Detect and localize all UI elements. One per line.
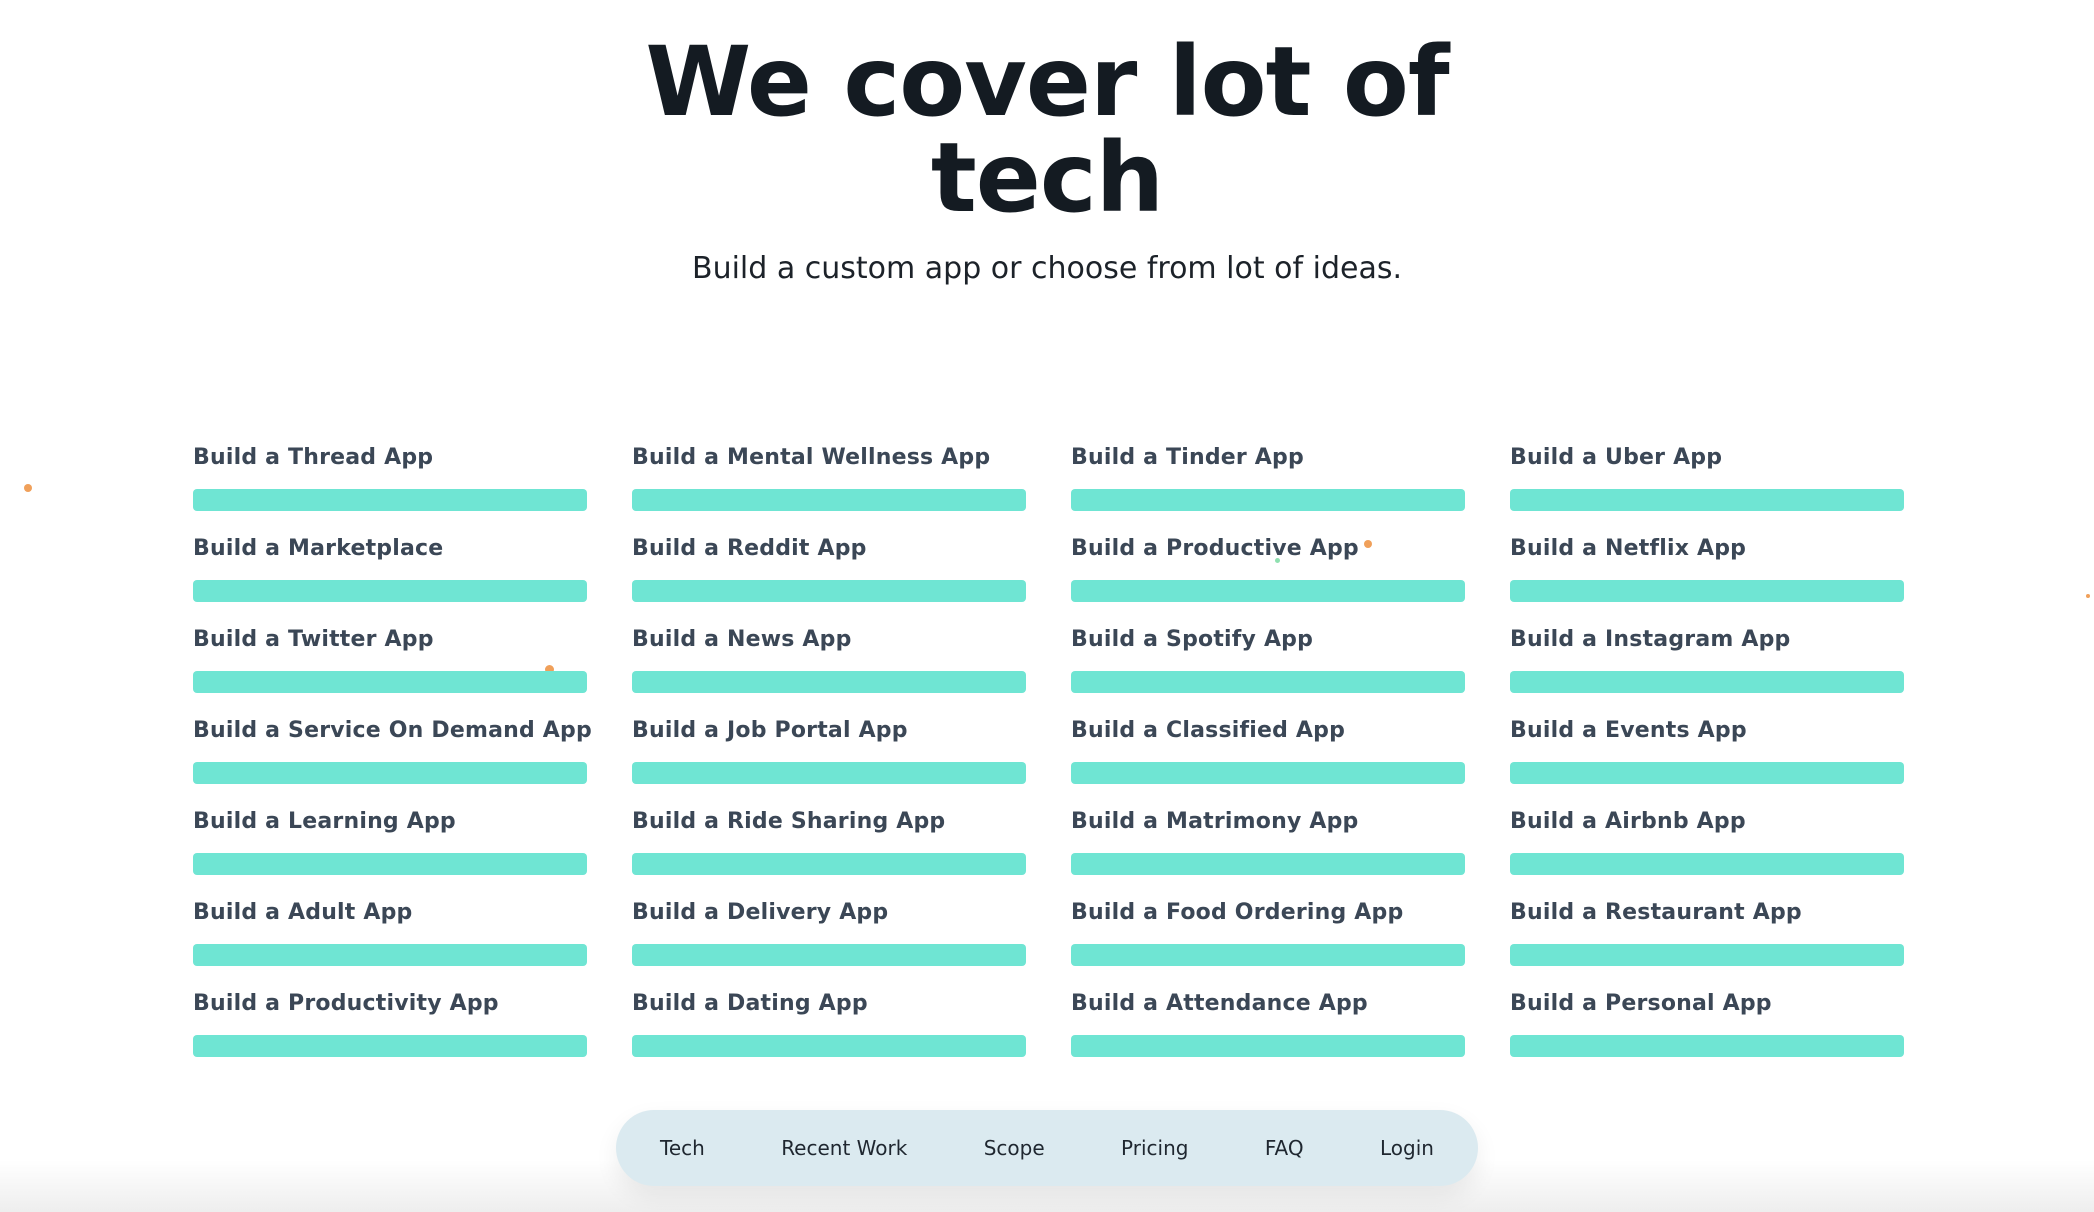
app-card-bar	[1510, 762, 1904, 784]
app-card[interactable]: Build a Ride Sharing App	[632, 803, 1026, 894]
app-card[interactable]: Build a Tinder App	[1071, 439, 1465, 530]
app-card-bar	[632, 580, 1026, 602]
nav-item-tech[interactable]: Tech	[660, 1136, 705, 1160]
app-card-label: Build a Thread App	[193, 445, 434, 470]
app-card-label: Build a Service On Demand App	[193, 718, 592, 743]
app-card-bar	[1510, 853, 1904, 875]
app-card-bar	[193, 944, 587, 966]
app-card-bar	[1071, 944, 1465, 966]
page-title: We cover lot of tech	[0, 34, 2094, 226]
app-card-bar	[1071, 580, 1465, 602]
app-card-bar	[1510, 944, 1904, 966]
app-card[interactable]: Build a Attendance App	[1071, 985, 1465, 1076]
app-card[interactable]: Build a Spotify App	[1071, 621, 1465, 712]
app-card-bar	[193, 580, 587, 602]
app-card-label: Build a Personal App	[1510, 991, 1772, 1016]
app-card[interactable]: Build a Food Ordering App	[1071, 894, 1465, 985]
app-card-label: Build a Ride Sharing App	[632, 809, 946, 834]
app-card[interactable]: Build a Learning App	[193, 803, 587, 894]
app-card-label: Build a Restaurant App	[1510, 900, 1802, 925]
app-card-bar	[1071, 762, 1465, 784]
app-card-label: Build a Airbnb App	[1510, 809, 1746, 834]
app-card-label: Build a Twitter App	[193, 627, 434, 652]
app-card-label: Build a News App	[632, 627, 852, 652]
app-card-label: Build a Productive App	[1071, 536, 1359, 561]
app-card[interactable]: Build a Instagram App	[1510, 621, 1904, 712]
app-card-bar	[632, 853, 1026, 875]
app-card-label: Build a Events App	[1510, 718, 1747, 743]
app-card-label: Build a Marketplace	[193, 536, 444, 561]
app-card-label: Build a Spotify App	[1071, 627, 1314, 652]
app-card[interactable]: Build a Thread App	[193, 439, 587, 530]
app-card[interactable]: Build a Adult App	[193, 894, 587, 985]
app-card[interactable]: Build a Restaurant App	[1510, 894, 1904, 985]
app-card-bar	[193, 853, 587, 875]
app-card-label: Build a Productivity App	[193, 991, 499, 1016]
app-card-label: Build a Dating App	[632, 991, 868, 1016]
app-card-bar	[1071, 671, 1465, 693]
decorative-dot	[24, 484, 32, 492]
app-card-label: Build a Reddit App	[632, 536, 867, 561]
app-card-label: Build a Learning App	[193, 809, 456, 834]
app-card-bar	[193, 1035, 587, 1057]
app-card-bar	[193, 489, 587, 511]
app-card-label: Build a Food Ordering App	[1071, 900, 1404, 925]
app-card-label: Build a Tinder App	[1071, 445, 1304, 470]
page-subtitle: Build a custom app or choose from lot of…	[691, 251, 1403, 286]
app-card-bar	[1510, 489, 1904, 511]
app-card-bar	[632, 489, 1026, 511]
app-card[interactable]: Build a Productivity App	[193, 985, 587, 1076]
app-card-bar	[1071, 853, 1465, 875]
app-card[interactable]: Build a Marketplace	[193, 530, 587, 621]
app-card[interactable]: Build a Uber App	[1510, 439, 1904, 530]
app-card[interactable]: Build a Twitter App	[193, 621, 587, 712]
app-card[interactable]: Build a Job Portal App	[632, 712, 1026, 803]
nav-item-faq[interactable]: FAQ	[1265, 1136, 1304, 1160]
app-card[interactable]: Build a Mental Wellness App	[632, 439, 1026, 530]
app-card[interactable]: Build a Events App	[1510, 712, 1904, 803]
app-card[interactable]: Build a News App	[632, 621, 1026, 712]
app-card-bar	[193, 671, 587, 693]
app-card[interactable]: Build a Matrimony App	[1071, 803, 1465, 894]
nav-item-scope[interactable]: Scope	[984, 1136, 1045, 1160]
app-card-bar	[632, 671, 1026, 693]
app-card-label: Build a Uber App	[1510, 445, 1723, 470]
app-card-bar	[1510, 671, 1904, 693]
nav-item-login[interactable]: Login	[1380, 1136, 1434, 1160]
app-card[interactable]: Build a Service On Demand App	[193, 712, 592, 803]
app-card-bar	[632, 762, 1026, 784]
app-card-label: Build a Netflix App	[1510, 536, 1747, 561]
page-title-line-2: tech	[930, 122, 1164, 234]
app-card-label: Build a Attendance App	[1071, 991, 1368, 1016]
bottom-nav-bar: Tech Recent Work Scope Pricing FAQ Login	[616, 1110, 1478, 1186]
app-card[interactable]: Build a Personal App	[1510, 985, 1904, 1076]
app-card-bar	[193, 762, 587, 784]
app-card-bar	[632, 944, 1026, 966]
app-card[interactable]: Build a Productive App	[1071, 530, 1465, 621]
app-card-label: Build a Classified App	[1071, 718, 1346, 743]
app-card-bar	[1071, 489, 1465, 511]
app-card-bar	[1071, 1035, 1465, 1057]
app-card-label: Build a Job Portal App	[632, 718, 908, 743]
app-card-label: Build a Instagram App	[1510, 627, 1791, 652]
app-card-bar	[1510, 580, 1904, 602]
nav-item-recent-work[interactable]: Recent Work	[781, 1136, 907, 1160]
app-card-label: Build a Matrimony App	[1071, 809, 1359, 834]
app-ideas-grid: Build a Thread App Build a Mental Wellne…	[193, 439, 1904, 1076]
app-card-label: Build a Delivery App	[632, 900, 889, 925]
app-card[interactable]: Build a Reddit App	[632, 530, 1026, 621]
app-card-bar	[1510, 1035, 1904, 1057]
app-card[interactable]: Build a Delivery App	[632, 894, 1026, 985]
app-card-label: Build a Mental Wellness App	[632, 445, 991, 470]
app-card-bar	[632, 1035, 1026, 1057]
page-title-line-1: We cover lot of	[645, 26, 1449, 138]
app-card-label: Build a Adult App	[193, 900, 413, 925]
app-card[interactable]: Build a Airbnb App	[1510, 803, 1904, 894]
app-card[interactable]: Build a Dating App	[632, 985, 1026, 1076]
nav-item-pricing[interactable]: Pricing	[1121, 1136, 1188, 1160]
app-card[interactable]: Build a Classified App	[1071, 712, 1465, 803]
decorative-dot	[2086, 594, 2090, 598]
app-card[interactable]: Build a Netflix App	[1510, 530, 1904, 621]
